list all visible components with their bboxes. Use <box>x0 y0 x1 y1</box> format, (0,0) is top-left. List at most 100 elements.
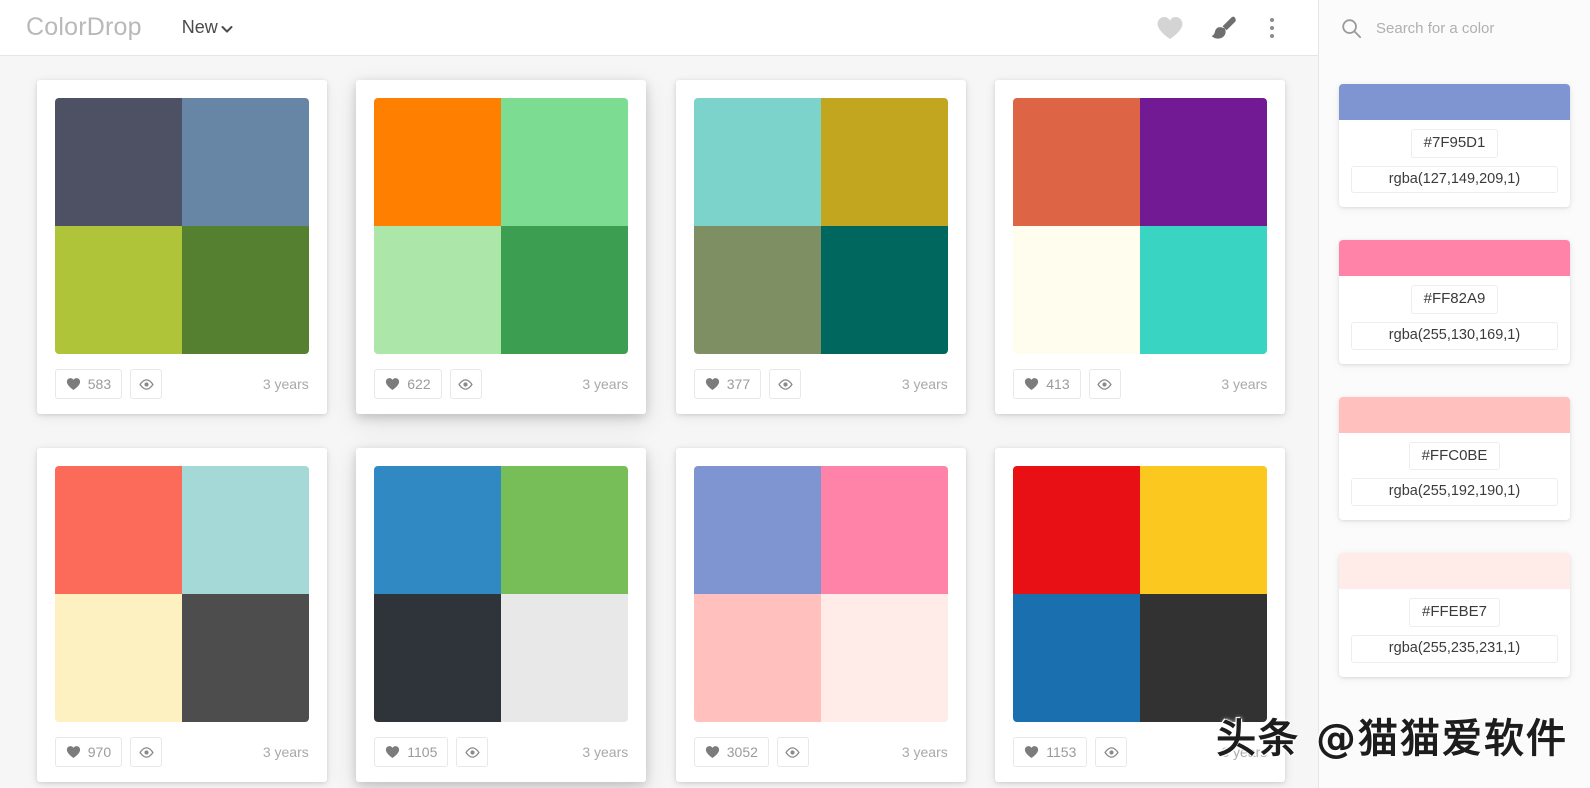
eye-icon <box>1104 747 1119 758</box>
search-input[interactable] <box>1376 20 1556 37</box>
swatch[interactable] <box>55 466 182 594</box>
swatch[interactable] <box>182 594 309 722</box>
hex-value[interactable]: #FFC0BE <box>1409 442 1501 471</box>
palette-card[interactable]: 1105 3 years <box>356 448 646 782</box>
color-detail-card[interactable]: #FFEBE7 rgba(255,235,231,1) <box>1339 553 1570 676</box>
palette-swatches <box>374 98 628 354</box>
swatch[interactable] <box>1140 466 1267 594</box>
hex-value[interactable]: #7F95D1 <box>1411 129 1499 158</box>
palette-card[interactable]: 622 3 years <box>356 80 646 414</box>
palette-slot: 3052 3 years <box>661 448 981 788</box>
palette-swatches <box>55 98 309 354</box>
topbar-actions <box>1156 15 1280 41</box>
hex-value[interactable]: #FFEBE7 <box>1409 598 1500 627</box>
rgba-value[interactable]: rgba(127,149,209,1) <box>1351 166 1558 194</box>
hex-value[interactable]: #FF82A9 <box>1411 285 1499 314</box>
palette-age: 3 years <box>902 376 948 392</box>
palette-card[interactable]: 970 3 years <box>37 448 327 782</box>
swatch-wrap <box>37 448 327 722</box>
main-content-area: ColorDrop New <box>0 0 1318 788</box>
like-button[interactable]: 622 <box>374 369 441 399</box>
view-button[interactable] <box>130 737 162 767</box>
swatch[interactable] <box>374 466 501 594</box>
swatch[interactable] <box>694 466 821 594</box>
swatch[interactable] <box>55 98 182 226</box>
app-logo[interactable]: ColorDrop <box>26 13 142 42</box>
swatch[interactable] <box>55 226 182 354</box>
swatch[interactable] <box>374 226 501 354</box>
color-preview-bar <box>1339 84 1570 120</box>
like-button[interactable]: 377 <box>694 369 761 399</box>
palette-age: 3 years <box>1221 376 1267 392</box>
color-values: #FFEBE7 rgba(255,235,231,1) <box>1339 589 1570 676</box>
swatch[interactable] <box>1140 98 1267 226</box>
palette-slot: 377 3 years <box>661 80 981 448</box>
palette-slot: 1153 3 years <box>981 448 1301 788</box>
heart-icon <box>385 377 400 391</box>
swatch[interactable] <box>55 594 182 722</box>
palette-card[interactable]: 583 3 years <box>37 80 327 414</box>
swatch[interactable] <box>694 98 821 226</box>
view-button[interactable] <box>456 737 488 767</box>
swatch[interactable] <box>821 226 948 354</box>
swatch[interactable] <box>821 98 948 226</box>
swatch[interactable] <box>1140 594 1267 722</box>
palette-card[interactable]: 3052 3 years <box>676 448 966 782</box>
swatch[interactable] <box>821 594 948 722</box>
view-button[interactable] <box>130 369 162 399</box>
search-bar <box>1319 0 1590 56</box>
like-button[interactable]: 970 <box>55 737 122 767</box>
swatch[interactable] <box>1013 98 1140 226</box>
view-button[interactable] <box>777 737 809 767</box>
palette-card[interactable]: 377 3 years <box>676 80 966 414</box>
swatch[interactable] <box>501 226 628 354</box>
view-button[interactable] <box>1089 369 1121 399</box>
swatch[interactable] <box>182 98 309 226</box>
rgba-value[interactable]: rgba(255,192,190,1) <box>1351 478 1558 506</box>
color-values: #FF82A9 rgba(255,130,169,1) <box>1339 276 1570 363</box>
swatch[interactable] <box>374 98 501 226</box>
eye-icon <box>139 747 154 758</box>
nav-new-dropdown[interactable]: New <box>182 17 234 38</box>
swatch[interactable] <box>1140 226 1267 354</box>
palette-swatches <box>374 466 628 722</box>
like-button[interactable]: 1105 <box>374 737 448 767</box>
dot <box>1270 34 1274 38</box>
swatch-wrap <box>356 448 646 722</box>
like-button[interactable]: 3052 <box>694 737 769 767</box>
heart-icon[interactable] <box>1156 15 1184 41</box>
more-vertical-icon[interactable] <box>1264 16 1280 40</box>
swatch[interactable] <box>694 226 821 354</box>
like-button[interactable]: 413 <box>1013 369 1080 399</box>
like-button[interactable]: 583 <box>55 369 122 399</box>
swatch[interactable] <box>182 226 309 354</box>
view-button[interactable] <box>769 369 801 399</box>
color-detail-card[interactable]: #FF82A9 rgba(255,130,169,1) <box>1339 240 1570 363</box>
rgba-value[interactable]: rgba(255,235,231,1) <box>1351 635 1558 663</box>
rgba-value[interactable]: rgba(255,130,169,1) <box>1351 322 1558 350</box>
swatch[interactable] <box>1013 226 1140 354</box>
swatch[interactable] <box>374 594 501 722</box>
paintbrush-icon[interactable] <box>1210 15 1238 41</box>
swatch[interactable] <box>1013 594 1140 722</box>
color-sidebar: #7F95D1 rgba(127,149,209,1) #FF82A9 rgba… <box>1318 0 1590 788</box>
color-detail-card[interactable]: #FFC0BE rgba(255,192,190,1) <box>1339 397 1570 520</box>
palette-swatches <box>694 466 948 722</box>
palette-swatches <box>694 98 948 354</box>
swatch[interactable] <box>501 98 628 226</box>
swatch[interactable] <box>1013 466 1140 594</box>
palette-card[interactable]: 413 3 years <box>995 80 1285 414</box>
swatch[interactable] <box>694 594 821 722</box>
swatch[interactable] <box>821 466 948 594</box>
swatch[interactable] <box>501 594 628 722</box>
eye-icon <box>785 747 800 758</box>
view-button[interactable] <box>450 369 482 399</box>
swatch[interactable] <box>501 466 628 594</box>
color-preview-bar <box>1339 553 1570 589</box>
color-detail-card[interactable]: #7F95D1 rgba(127,149,209,1) <box>1339 84 1570 207</box>
swatch[interactable] <box>182 466 309 594</box>
view-button[interactable] <box>1095 737 1127 767</box>
palette-card[interactable]: 1153 3 years <box>995 448 1285 782</box>
like-button[interactable]: 1153 <box>1013 737 1087 767</box>
color-preview-bar <box>1339 397 1570 433</box>
